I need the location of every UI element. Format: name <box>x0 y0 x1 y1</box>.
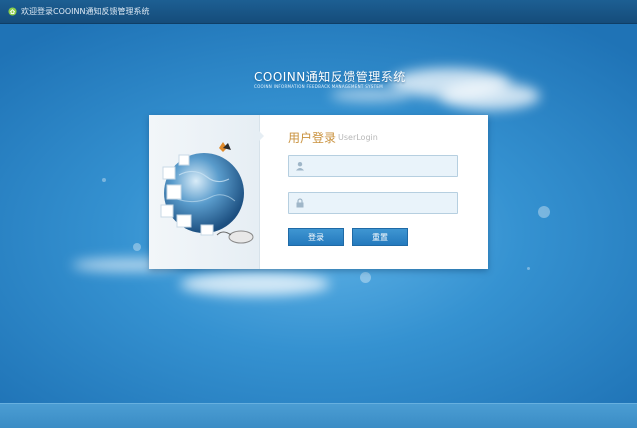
sparkle-4 <box>102 178 106 182</box>
sparkle-3 <box>133 243 141 251</box>
top-bar: 欢迎登录COOINN通知反馈管理系统 <box>0 0 637 24</box>
username-input[interactable] <box>309 158 458 176</box>
username-field[interactable] <box>288 155 458 177</box>
cloud-bottom <box>180 272 330 296</box>
cloud-top-right-3 <box>330 88 410 102</box>
login-button[interactable]: 登录 <box>288 228 344 246</box>
globe-puzzle-illustration <box>160 142 254 244</box>
panel-notch <box>257 129 264 143</box>
reset-button[interactable]: 重置 <box>352 228 408 246</box>
user-icon <box>296 162 304 171</box>
panel-illustration <box>149 115 260 269</box>
sparkle-2 <box>360 272 371 283</box>
sparkle-5 <box>527 267 530 270</box>
welcome-text: 欢迎登录COOINN通知反馈管理系统 <box>21 7 150 16</box>
system-subtitle: COOINN INFORMATION FEEDBACK MANAGEMENT S… <box>254 84 383 89</box>
system-title: COOINN通知反馈管理系统 <box>254 70 406 84</box>
sparkle-1 <box>538 206 550 218</box>
cloud-top-right-2 <box>440 82 540 110</box>
login-panel: 用户登录 UserLogin 登录 重置 <box>149 115 488 269</box>
lock-icon <box>296 198 304 208</box>
login-title: 用户登录 <box>288 131 337 145</box>
login-subtitle: UserLogin <box>338 133 378 142</box>
bottom-bar <box>0 403 637 428</box>
password-input[interactable] <box>309 195 458 213</box>
password-field[interactable] <box>288 192 458 214</box>
home-icon <box>8 7 17 16</box>
